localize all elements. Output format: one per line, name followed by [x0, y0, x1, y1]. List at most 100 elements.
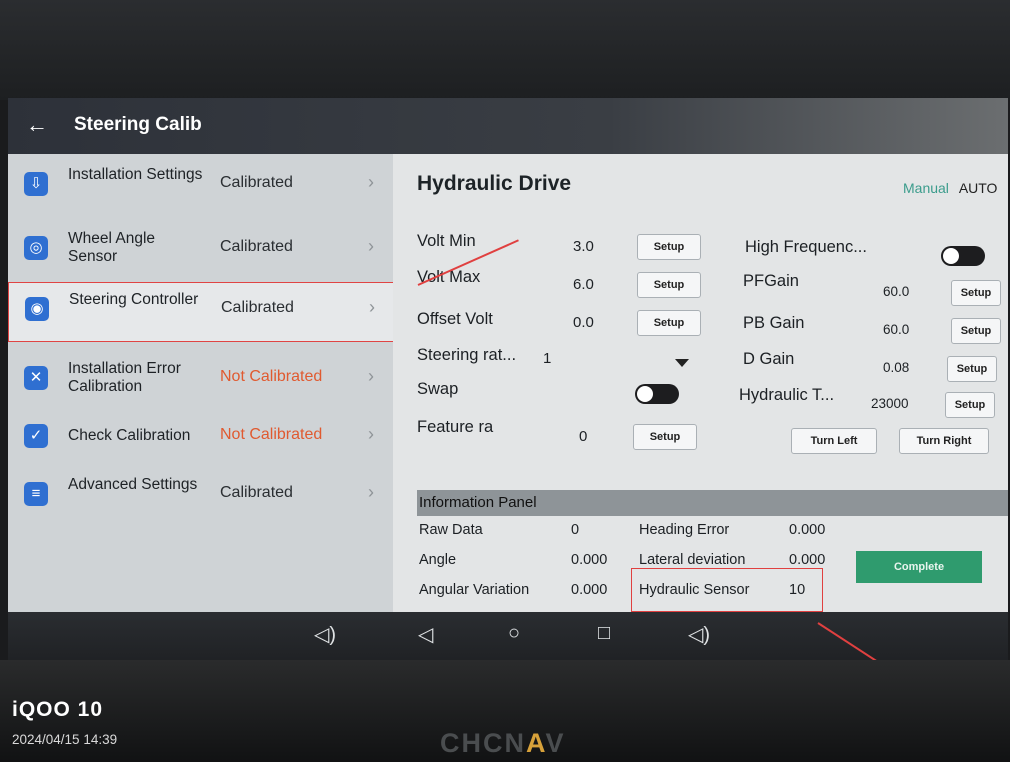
- high-frequency-label: High Frequenc...: [745, 238, 867, 256]
- lateral-deviation-value: 0.000: [789, 552, 826, 568]
- chevron-right-icon: ›: [368, 424, 374, 444]
- camera-watermark: iQOO 10: [12, 698, 104, 721]
- toggle-knob: [637, 386, 653, 402]
- d-gain-value: 0.08: [883, 360, 910, 375]
- lateral-deviation-label: Lateral deviation: [639, 552, 746, 568]
- sidebar-item-installation-settings[interactable]: ⇩ Installation Settings Calibrated ›: [8, 158, 393, 216]
- device-logo-accent: A: [526, 728, 546, 758]
- page-title: Steering Calib: [74, 114, 202, 135]
- home-circle-icon[interactable]: ○: [508, 622, 520, 645]
- feature-ratio-label: Feature ra: [417, 418, 494, 436]
- sidebar-item-label: Installation Error Calibration: [68, 360, 181, 395]
- hydraulic-drive-panel: Hydraulic Drive Manual AUTO Volt Min 3.0…: [393, 154, 1008, 612]
- steering-ratio-value: 1: [543, 350, 552, 367]
- dropdown-arrow-icon[interactable]: [675, 359, 689, 367]
- sidebar-item-label: Steering Controller: [69, 291, 199, 308]
- pf-gain-value: 60.0: [883, 284, 910, 299]
- recents-square-icon[interactable]: □: [598, 622, 610, 645]
- volume-icon[interactable]: ◁): [314, 622, 336, 647]
- high-frequency-toggle[interactable]: [941, 246, 985, 266]
- raw-data-label: Raw Data: [419, 522, 483, 538]
- panel-title: Hydraulic Drive: [417, 172, 572, 195]
- offset-volt-label: Offset Volt: [417, 310, 493, 328]
- sidebar-item-label: Installation Settings: [68, 166, 203, 183]
- download-box-icon: ⇩: [24, 172, 48, 196]
- device-logo: CHCNAV: [440, 728, 566, 759]
- offset-volt-setup-button[interactable]: Setup: [637, 310, 701, 336]
- angular-variation-label: Angular Variation: [419, 582, 530, 598]
- shield-check-icon: ✓: [24, 424, 48, 448]
- device-logo-part: V: [545, 728, 566, 758]
- sidebar-item-label: Advanced Settings: [68, 476, 198, 493]
- toggle-knob: [943, 248, 959, 264]
- complete-button[interactable]: Complete: [856, 551, 982, 583]
- angular-variation-value: 0.000: [571, 582, 608, 598]
- feature-ratio-setup-button[interactable]: Setup: [633, 424, 697, 450]
- d-gain-label: D Gain: [743, 350, 795, 368]
- hydraulic-sensor-highlight: [631, 568, 823, 612]
- android-nav-bar: ◁) ◁ ○ □ ◁): [8, 612, 1008, 660]
- volt-min-value: 3.0: [573, 238, 594, 255]
- mode-manual[interactable]: Manual: [903, 180, 949, 196]
- back-arrow-icon[interactable]: ←: [26, 112, 48, 138]
- pf-gain-setup-button[interactable]: Setup: [951, 280, 1001, 306]
- raw-data-value: 0: [571, 522, 580, 538]
- sidebar-item-installation-error-calibration[interactable]: ✕ Installation Error Calibration Not Cal…: [8, 352, 393, 410]
- monitor-bezel-top: [0, 0, 1010, 100]
- sidebar-item-wheel-angle-sensor[interactable]: ◎ Wheel Angle Sensor Calibrated ›: [8, 222, 393, 280]
- pb-gain-setup-button[interactable]: Setup: [951, 318, 1001, 344]
- steering-wheel-icon: ◉: [25, 297, 49, 321]
- chevron-right-icon: ›: [368, 236, 374, 256]
- mode-auto[interactable]: AUTO: [959, 180, 998, 196]
- sidebar-item-label: Check Calibration: [68, 427, 191, 444]
- information-panel-header: Information Panel: [417, 490, 1008, 516]
- hydraulic-t-label: Hydraulic T...: [739, 386, 835, 404]
- status-label: Not Calibrated: [220, 368, 323, 385]
- swap-label: Swap: [417, 380, 459, 398]
- sidebar-item-advanced-settings[interactable]: ≡ Advanced Settings Calibrated ›: [8, 468, 393, 526]
- status-label: Not Calibrated: [220, 426, 323, 443]
- pb-gain-label: PB Gain: [743, 314, 805, 332]
- device-screen: ← Steering Calib ⇩ Installation Settings…: [8, 98, 1008, 660]
- information-panel-title: Information Panel: [419, 494, 537, 511]
- photo-timestamp: 2024/04/15 14:39: [12, 732, 118, 747]
- sidebar-item-label: Wheel Angle Sensor: [68, 230, 156, 265]
- steering-ratio-label: Steering rat...: [417, 346, 517, 364]
- turn-left-button[interactable]: Turn Left: [791, 428, 877, 454]
- status-label: Calibrated: [220, 238, 293, 255]
- heading-error-label: Heading Error: [639, 522, 730, 538]
- back-triangle-icon[interactable]: ◁: [418, 622, 433, 647]
- tools-icon: ✕: [24, 366, 48, 390]
- angle-label: Angle: [419, 552, 457, 568]
- offset-volt-value: 0.0: [573, 314, 594, 331]
- angle-value: 0.000: [571, 552, 608, 568]
- status-label: Calibrated: [220, 174, 293, 191]
- chevron-right-icon: ›: [369, 297, 375, 317]
- sidebar-item-steering-controller[interactable]: ◉ Steering Controller Calibrated ›: [8, 282, 395, 342]
- sensor-icon: ◎: [24, 236, 48, 260]
- volt-max-setup-button[interactable]: Setup: [637, 272, 701, 298]
- chevron-right-icon: ›: [368, 482, 374, 502]
- calibration-sidebar: ⇩ Installation Settings Calibrated › ◎ W…: [8, 154, 395, 612]
- volt-min-label: Volt Min: [417, 232, 476, 250]
- volt-min-setup-button[interactable]: Setup: [637, 234, 701, 260]
- chevron-right-icon: ›: [368, 172, 374, 192]
- chevron-right-icon: ›: [368, 366, 374, 386]
- turn-right-button[interactable]: Turn Right: [899, 428, 989, 454]
- list-icon: ≡: [24, 482, 48, 506]
- sidebar-item-check-calibration[interactable]: ✓ Check Calibration Not Calibrated ›: [8, 410, 393, 468]
- feature-ratio-value: 0: [579, 428, 588, 445]
- status-label: Calibrated: [221, 299, 294, 316]
- title-bar: ← Steering Calib: [8, 98, 1008, 154]
- mode-selector[interactable]: Manual AUTO: [903, 180, 997, 196]
- volume-up-icon[interactable]: ◁): [688, 622, 710, 647]
- status-label: Calibrated: [220, 484, 293, 501]
- heading-error-value: 0.000: [789, 522, 826, 538]
- volt-max-value: 6.0: [573, 276, 594, 293]
- swap-toggle[interactable]: [635, 384, 679, 404]
- hydraulic-t-setup-button[interactable]: Setup: [945, 392, 995, 418]
- pb-gain-value: 60.0: [883, 322, 910, 337]
- device-logo-part: CHCN: [440, 728, 526, 758]
- hydraulic-t-value: 23000: [871, 396, 909, 411]
- d-gain-setup-button[interactable]: Setup: [947, 356, 997, 382]
